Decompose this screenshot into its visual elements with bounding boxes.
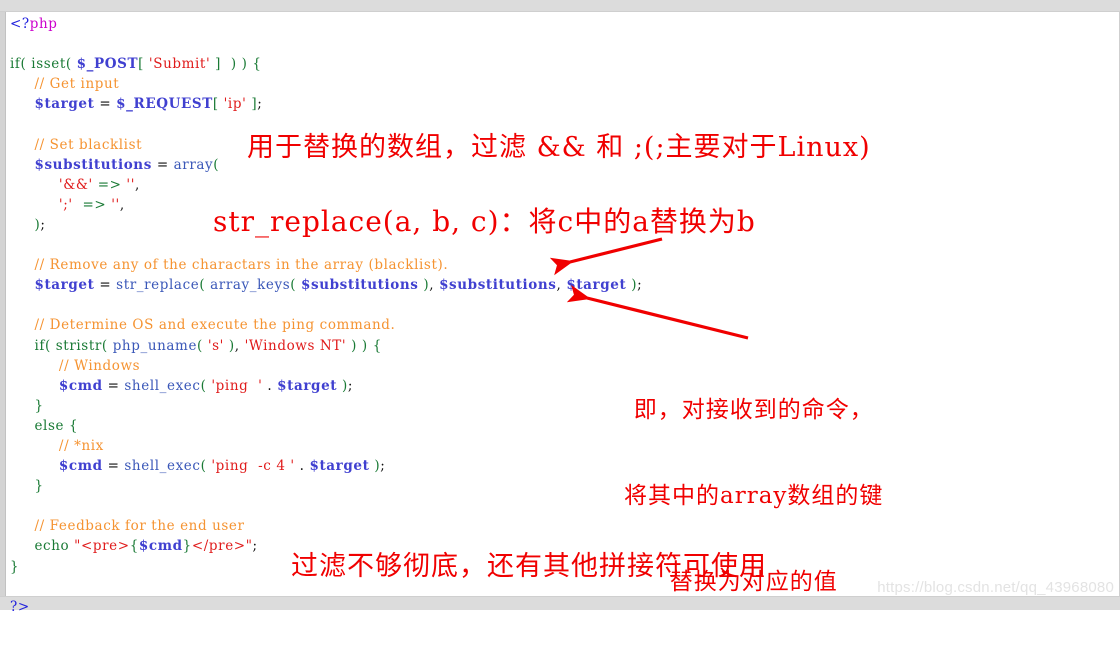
annotation-block-note: 即，对接收到的命令， 将其中的array数组的键 替换为对应的值 [624,338,883,654]
php-code-block: <?php if( isset( $_POST[ 'Submit' ] ) ) … [0,11,1120,615]
csdn-watermark: https://blog.csdn.net/qq_43968080 [877,579,1114,596]
annotation-str-replace-note: str_replace(a, b, c)：将c中的a替换为b [213,205,756,238]
annotation-block-line-2: 将其中的array数组的键 [624,482,884,509]
annotation-bottom-note: 过滤不够彻底，还有其他拼接符可使用 [291,551,767,582]
annotation-block-line-1: 即，对接收到的命令， [633,396,874,423]
code-gutter [0,12,6,596]
annotation-array-note: 用于替换的数组，过滤 && 和 ;(;主要对于Linux) [247,132,871,163]
page-root: <?php if( isset( $_POST[ 'Submit' ] ) ) … [0,0,1120,615]
php-source-code[interactable]: <?php if( isset( $_POST[ 'Submit' ] ) ) … [10,14,642,617]
page-top-band [0,0,1120,11]
